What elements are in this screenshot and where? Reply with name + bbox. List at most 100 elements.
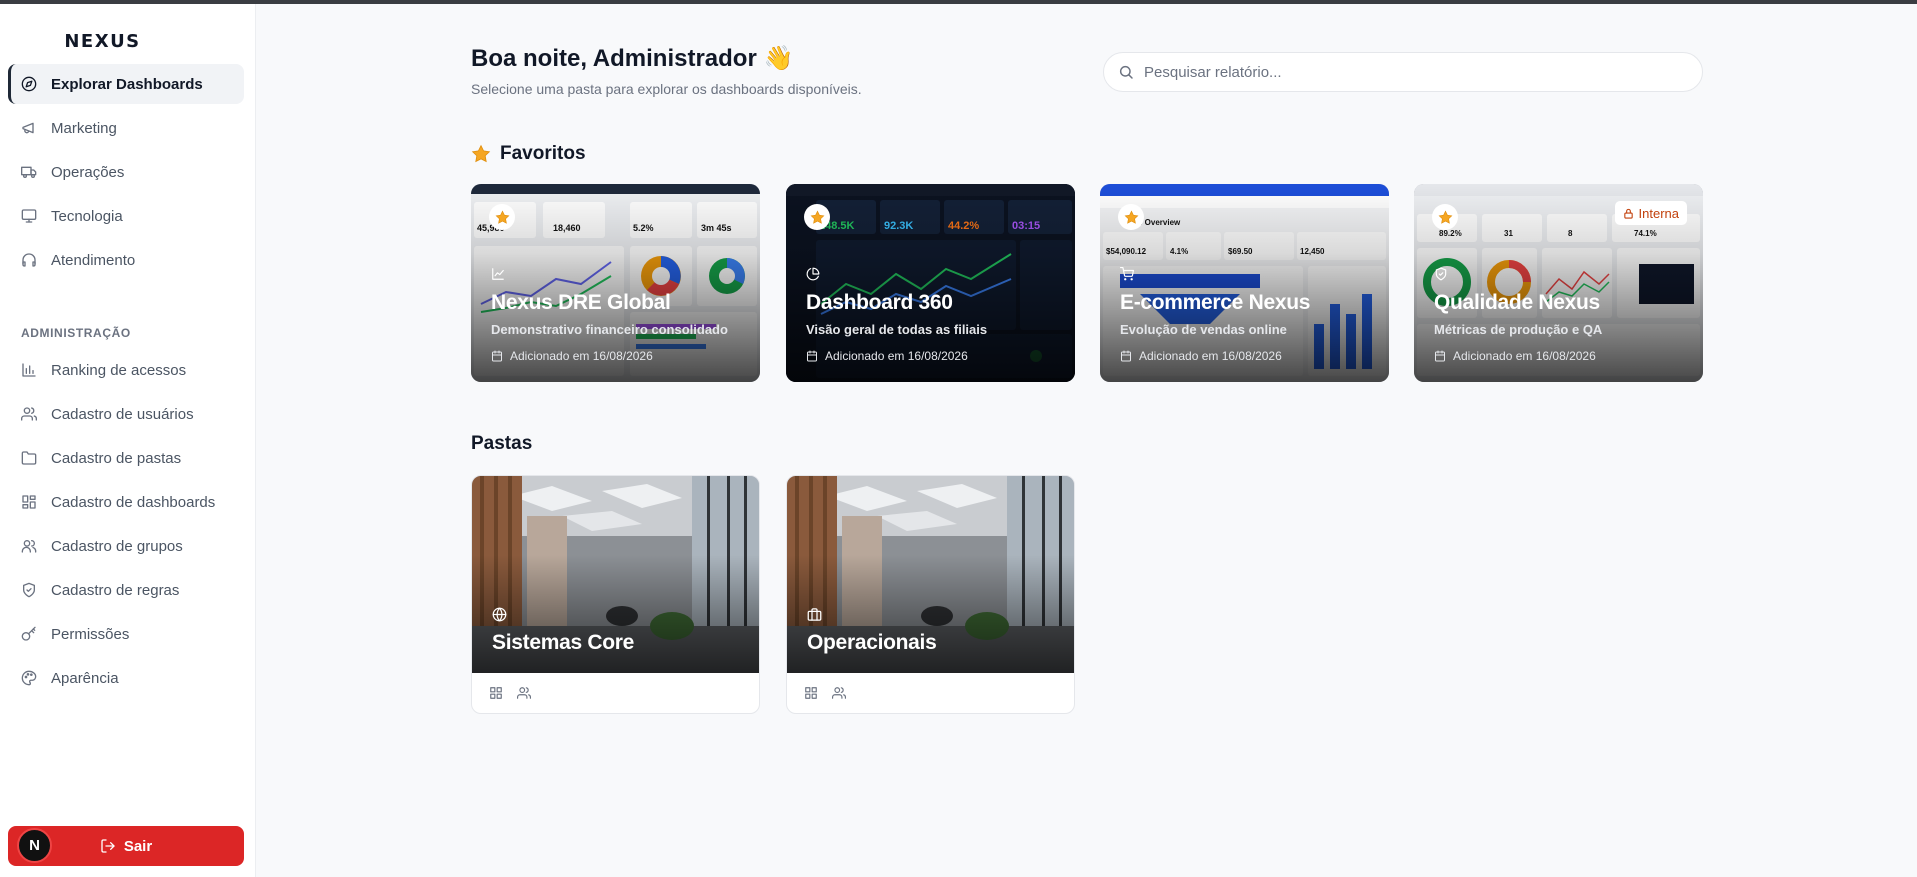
headphones-icon (21, 252, 37, 268)
sidebar-item-label: Aparência (51, 669, 119, 687)
sidebar-item-marketing[interactable]: Marketing (8, 108, 244, 148)
card-added-date: Adicionado em 16/08/2026 (491, 349, 653, 363)
folder-card-operacionais[interactable]: Operacionais (786, 475, 1075, 714)
card-added-label: Adicionado em 16/08/2026 (825, 349, 968, 363)
card-added-date: Adicionado em 16/08/2026 (1120, 349, 1282, 363)
card-description: Métricas de produção e QA (1434, 322, 1603, 337)
sidebar-item-label: Cadastro de usuários (51, 405, 194, 423)
users-icon (832, 686, 847, 700)
card-title: Qualidade Nexus (1434, 291, 1600, 314)
search-icon (1118, 64, 1144, 80)
users-icon (21, 406, 37, 422)
sidebar-item-cadastro-dashboards[interactable]: Cadastro de dashboards (8, 482, 244, 522)
calendar-icon (491, 350, 510, 362)
pie-chart-icon (806, 267, 820, 281)
sidebar-item-explorar-dashboards[interactable]: Explorar Dashboards (8, 64, 244, 104)
search-input[interactable] (1144, 63, 1684, 81)
shield-check-icon (1434, 267, 1448, 281)
admin-section-label: ADMINISTRAÇÃO (21, 326, 131, 340)
sidebar-item-aparencia[interactable]: Aparência (8, 658, 244, 698)
favorite-card-nexus-dre-global[interactable]: 45,980 18,460 5.2% 3m 45s Nexus DRE Glob… (471, 184, 760, 382)
favorite-star-icon[interactable] (804, 204, 830, 230)
card-added-label: Adicionado em 16/08/2026 (1139, 349, 1282, 363)
folder-card-sistemas-core[interactable]: Sistemas Core (471, 475, 760, 714)
window-top-bar (0, 0, 1917, 4)
favorite-card-dashboard-360[interactable]: 148.5K 92.3K 44.2% 03:15 Dashboard 360 V… (786, 184, 1075, 382)
globe-icon (492, 607, 507, 622)
sidebar-item-label: Tecnologia (51, 207, 123, 225)
favorite-star-icon[interactable] (489, 204, 515, 230)
folders-heading: Pastas (471, 433, 532, 455)
sidebar-item-label: Cadastro de regras (51, 581, 180, 599)
folder-title: Sistemas Core (492, 631, 635, 654)
card-title: E-commerce Nexus (1120, 291, 1311, 314)
folder-meta (489, 686, 532, 700)
briefcase-icon (807, 607, 822, 622)
bar-chart-icon (21, 362, 37, 378)
card-title: Dashboard 360 (806, 291, 953, 314)
card-added-label: Adicionado em 16/08/2026 (1453, 349, 1596, 363)
sidebar-item-cadastro-usuarios[interactable]: Cadastro de usuários (8, 394, 244, 434)
sidebar-item-label: Cadastro de pastas (51, 449, 182, 467)
folder-icon (21, 450, 37, 466)
lock-icon (1623, 208, 1639, 219)
palette-icon (21, 670, 37, 686)
grid-icon (489, 686, 503, 700)
card-added-label: Adicionado em 16/08/2026 (510, 349, 653, 363)
sidebar-item-tecnologia[interactable]: Tecnologia (8, 196, 244, 236)
sidebar-item-ranking-acessos[interactable]: Ranking de acessos (8, 350, 244, 390)
grid-icon (804, 686, 818, 700)
favorite-card-e-commerce-nexus[interactable]: erce Overview $54,090.12 4.1% $69.50 12,… (1100, 184, 1389, 382)
sidebar-item-cadastro-grupos[interactable]: Cadastro de grupos (8, 526, 244, 566)
search-bar (1103, 52, 1703, 92)
card-added-date: Adicionado em 16/08/2026 (806, 349, 968, 363)
badge-label: Interna (1638, 205, 1679, 221)
app-logo[interactable]: NEXUS (0, 31, 205, 52)
sidebar-item-operacoes[interactable]: Operações (8, 152, 244, 192)
avatar[interactable]: N (17, 828, 52, 863)
favorites-heading: Favoritos (471, 143, 586, 165)
sidebar-item-atendimento[interactable]: Atendimento (8, 240, 244, 280)
calendar-icon (806, 350, 825, 362)
card-added-date: Adicionado em 16/08/2026 (1434, 349, 1596, 363)
favorite-star-icon[interactable] (1118, 204, 1144, 230)
folder-meta (804, 686, 847, 700)
sidebar-item-label: Explorar Dashboards (51, 75, 203, 93)
folder-title: Operacionais (807, 631, 937, 654)
sidebar-item-label: Cadastro de grupos (51, 537, 183, 555)
shield-icon (21, 582, 37, 598)
group-icon (21, 538, 37, 554)
key-icon (21, 626, 37, 642)
calendar-icon (1120, 350, 1139, 362)
sidebar-item-label: Cadastro de dashboards (51, 493, 216, 511)
sidebar-item-label: Permissões (51, 625, 130, 643)
monitor-icon (21, 208, 37, 224)
compass-icon (21, 76, 37, 92)
folders-title: Pastas (471, 433, 533, 454)
grid-icon (21, 494, 37, 510)
users-icon (517, 686, 532, 700)
favorite-card-qualidade-nexus[interactable]: 89.2% 31 8 74.1% Interna Qualidade Nexus… (1414, 184, 1703, 382)
sidebar-item-cadastro-regras[interactable]: Cadastro de regras (8, 570, 244, 610)
calendar-icon (1434, 350, 1453, 362)
cart-icon (1120, 267, 1134, 281)
card-description: Evolução de vendas online (1120, 322, 1287, 337)
sidebar: NEXUS Explorar Dashboards Marketing Oper… (0, 4, 256, 877)
page-subtitle: Selecione uma pasta para explorar os das… (471, 81, 862, 97)
megaphone-icon (21, 120, 37, 136)
logout-icon (100, 838, 124, 854)
truck-icon (21, 164, 37, 180)
sidebar-item-label: Ranking de acessos (51, 361, 187, 379)
favorite-star-icon[interactable] (1432, 204, 1458, 230)
favorites-title: Favoritos (500, 143, 586, 164)
sidebar-item-permissoes[interactable]: Permissões (8, 614, 244, 654)
line-chart-icon (491, 267, 505, 281)
sidebar-item-cadastro-pastas[interactable]: Cadastro de pastas (8, 438, 244, 478)
star-icon (471, 144, 491, 164)
logout-label: Sair (123, 837, 153, 855)
page-title: Boa noite, Administrador 👋 (471, 45, 794, 72)
sidebar-item-label: Operações (51, 163, 125, 181)
card-description: Visão geral de todas as filiais (806, 322, 988, 337)
card-description: Demonstrativo financeiro consolidado (491, 322, 728, 337)
sidebar-item-label: Atendimento (51, 251, 136, 269)
